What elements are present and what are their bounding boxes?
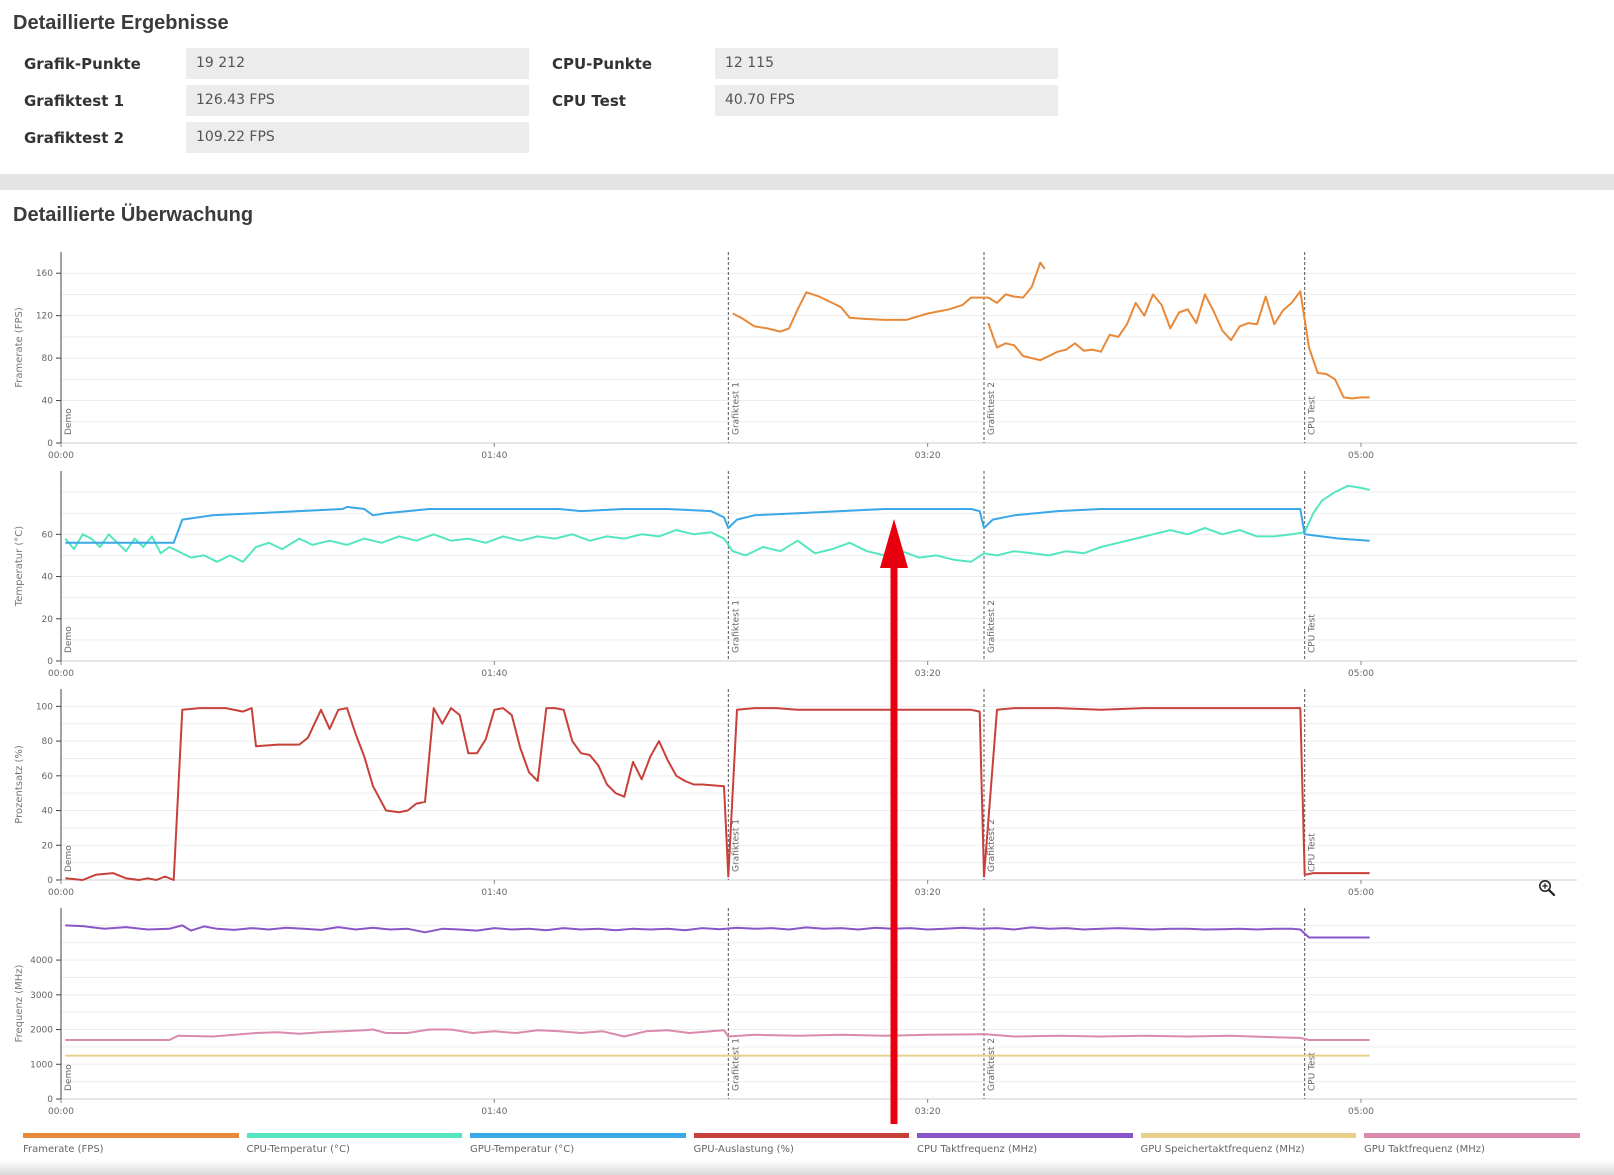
x-tick-label: 05:00: [1348, 451, 1374, 461]
x-tick-label: 01:40: [481, 451, 507, 461]
result-value-cpu-test: 40.70 FPS: [715, 85, 1058, 116]
y-tick-label: 60: [42, 530, 54, 540]
legend-label[interactable]: GPU Speichertaktfrequenz (MHz): [1141, 1144, 1305, 1155]
x-tick-label: 05:00: [1348, 1107, 1374, 1117]
legend-swatch[interactable]: [1364, 1133, 1580, 1138]
x-tick-label: 03:20: [915, 451, 941, 461]
series-line: [65, 505, 1370, 544]
x-tick-label: 03:20: [915, 669, 941, 679]
y-tick-label: 0: [47, 439, 53, 449]
monitoring-title: Detaillierte Überwachung: [13, 204, 254, 226]
y-tick-label: 4000: [30, 956, 53, 966]
result-value-cpu-punkte: 12 115: [715, 48, 1058, 79]
y-tick-label: 80: [42, 354, 54, 364]
legend-swatch[interactable]: [693, 1133, 909, 1138]
chart-panel-1: 0 40 80 120 160 Framerate (FPS) 00:00 01:40 03:2…: [14, 252, 1577, 461]
x-tick-label: 05:00: [1348, 888, 1374, 898]
legend-swatch[interactable]: [246, 1133, 462, 1138]
result-value-grafik-punkte: 19 212: [186, 48, 529, 79]
series-line: [65, 924, 1370, 939]
legend-label[interactable]: Framerate (FPS): [23, 1144, 104, 1155]
annotation-arrow: [880, 519, 908, 1124]
y-tick-label: 20: [42, 615, 54, 625]
result-label-cpu-punkte: CPU-Punkte: [552, 55, 653, 73]
y-tick-label: 80: [42, 737, 54, 747]
section-divider: [0, 174, 1614, 190]
result-value-grafiktest-2: 109.22 FPS: [186, 122, 529, 153]
phase-marker-label: CPU Test: [1308, 1052, 1318, 1091]
y-tick-label: 3000: [30, 991, 53, 1001]
zoom-in-icon[interactable]: [1538, 879, 1556, 897]
phase-marker-label: CPU Test: [1308, 396, 1318, 435]
annotation-arrow-head: [880, 519, 908, 568]
chart-panel-2: 0 20 40 60 Temperatur (°C) 00:00 01:40 03:20 05:…: [14, 471, 1577, 679]
chart-panel-3: 0 20 40 60 80 100 Prozentsatz (%) 00:00 01:40 03:…: [14, 689, 1577, 898]
result-label-cpu-test: CPU Test: [552, 92, 626, 110]
y-tick-label: 0: [47, 876, 53, 886]
chart-panel-4: 0 1000 2000 3000 4000 Frequenz (MHz) 00:00 01:4…: [14, 908, 1577, 1117]
legend-label[interactable]: GPU-Temperatur (°C): [470, 1144, 574, 1155]
results-section: Detaillierte Ergebnisse Grafik-Punkte 19…: [0, 0, 1614, 176]
results-title: Detaillierte Ergebnisse: [13, 12, 229, 34]
y-axis-title: Framerate (FPS): [14, 307, 25, 388]
y-tick-label: 20: [42, 841, 54, 851]
y-tick-label: 0: [47, 1095, 53, 1105]
legend-label[interactable]: GPU-Auslastung (%): [694, 1144, 794, 1155]
phase-marker-label: Demo: [64, 1064, 74, 1091]
x-tick-label: 01:40: [481, 1107, 507, 1117]
phase-marker-label: Grafiktest 2: [987, 600, 997, 653]
legend-swatch[interactable]: [23, 1133, 239, 1138]
series-line: [65, 707, 1370, 881]
y-tick-label: 100: [36, 702, 53, 712]
legend-swatch[interactable]: [917, 1133, 1133, 1138]
phase-marker-label: Grafiktest 1: [731, 1038, 741, 1091]
y-tick-label: 1000: [30, 1060, 53, 1070]
phase-marker-label: Grafiktest 1: [731, 819, 741, 872]
phase-marker-label: Grafiktest 1: [731, 600, 741, 653]
x-tick-label: 00:00: [48, 888, 74, 898]
x-tick-label: 01:40: [481, 669, 507, 679]
result-value-grafiktest-1: 126.43 FPS: [186, 85, 529, 116]
y-tick-label: 40: [42, 573, 54, 583]
y-tick-label: 40: [42, 397, 54, 407]
y-tick-label: 40: [42, 807, 54, 817]
series-line: [65, 1028, 1370, 1041]
y-tick-label: 120: [36, 312, 53, 322]
y-tick-label: 60: [42, 772, 54, 782]
y-tick-label: 0: [47, 657, 53, 667]
phase-marker-label: Grafiktest 2: [987, 382, 997, 435]
x-tick-label: 03:20: [915, 1107, 941, 1117]
legend-label[interactable]: CPU Taktfrequenz (MHz): [917, 1144, 1037, 1155]
phase-marker-label: Demo: [64, 845, 74, 872]
x-tick-label: 00:00: [48, 1107, 74, 1117]
phase-marker-label: Grafiktest 1: [731, 382, 741, 435]
legend-label[interactable]: CPU-Temperatur (°C): [247, 1144, 350, 1155]
x-tick-label: 01:40: [481, 888, 507, 898]
x-tick-label: 05:00: [1348, 669, 1374, 679]
phase-marker-label: CPU Test: [1308, 614, 1318, 653]
series-line: [732, 261, 1370, 400]
series-line: [64, 484, 1370, 563]
x-tick-label: 00:00: [48, 451, 74, 461]
phase-marker-label: Demo: [64, 626, 74, 653]
legend-swatch[interactable]: [1140, 1133, 1356, 1138]
legend-label[interactable]: GPU Taktfrequenz (MHz): [1364, 1144, 1485, 1155]
legend-swatch[interactable]: [470, 1133, 686, 1138]
y-tick-label: 160: [36, 269, 53, 279]
x-tick-label: 00:00: [48, 669, 74, 679]
result-label-grafik-punkte: Grafik-Punkte: [24, 55, 141, 73]
y-tick-label: 2000: [30, 1026, 53, 1036]
phase-marker-label: Grafiktest 2: [987, 1038, 997, 1091]
y-axis-title: Prozentsatz (%): [14, 745, 25, 824]
bottom-fade: [0, 1160, 1614, 1175]
phase-marker-label: CPU Test: [1308, 833, 1318, 872]
monitoring-charts[interactable]: 0 40 80 120 160 Framerate (FPS) 00:00 01:40 03:2…: [0, 240, 1614, 1140]
y-axis-title: Temperatur (°C): [14, 526, 25, 607]
phase-marker-label: Demo: [64, 408, 74, 435]
result-label-grafiktest-2: Grafiktest 2: [24, 129, 125, 147]
result-label-grafiktest-1: Grafiktest 1: [24, 92, 125, 110]
y-axis-title: Frequenz (MHz): [14, 964, 25, 1042]
x-tick-label: 03:20: [915, 888, 941, 898]
